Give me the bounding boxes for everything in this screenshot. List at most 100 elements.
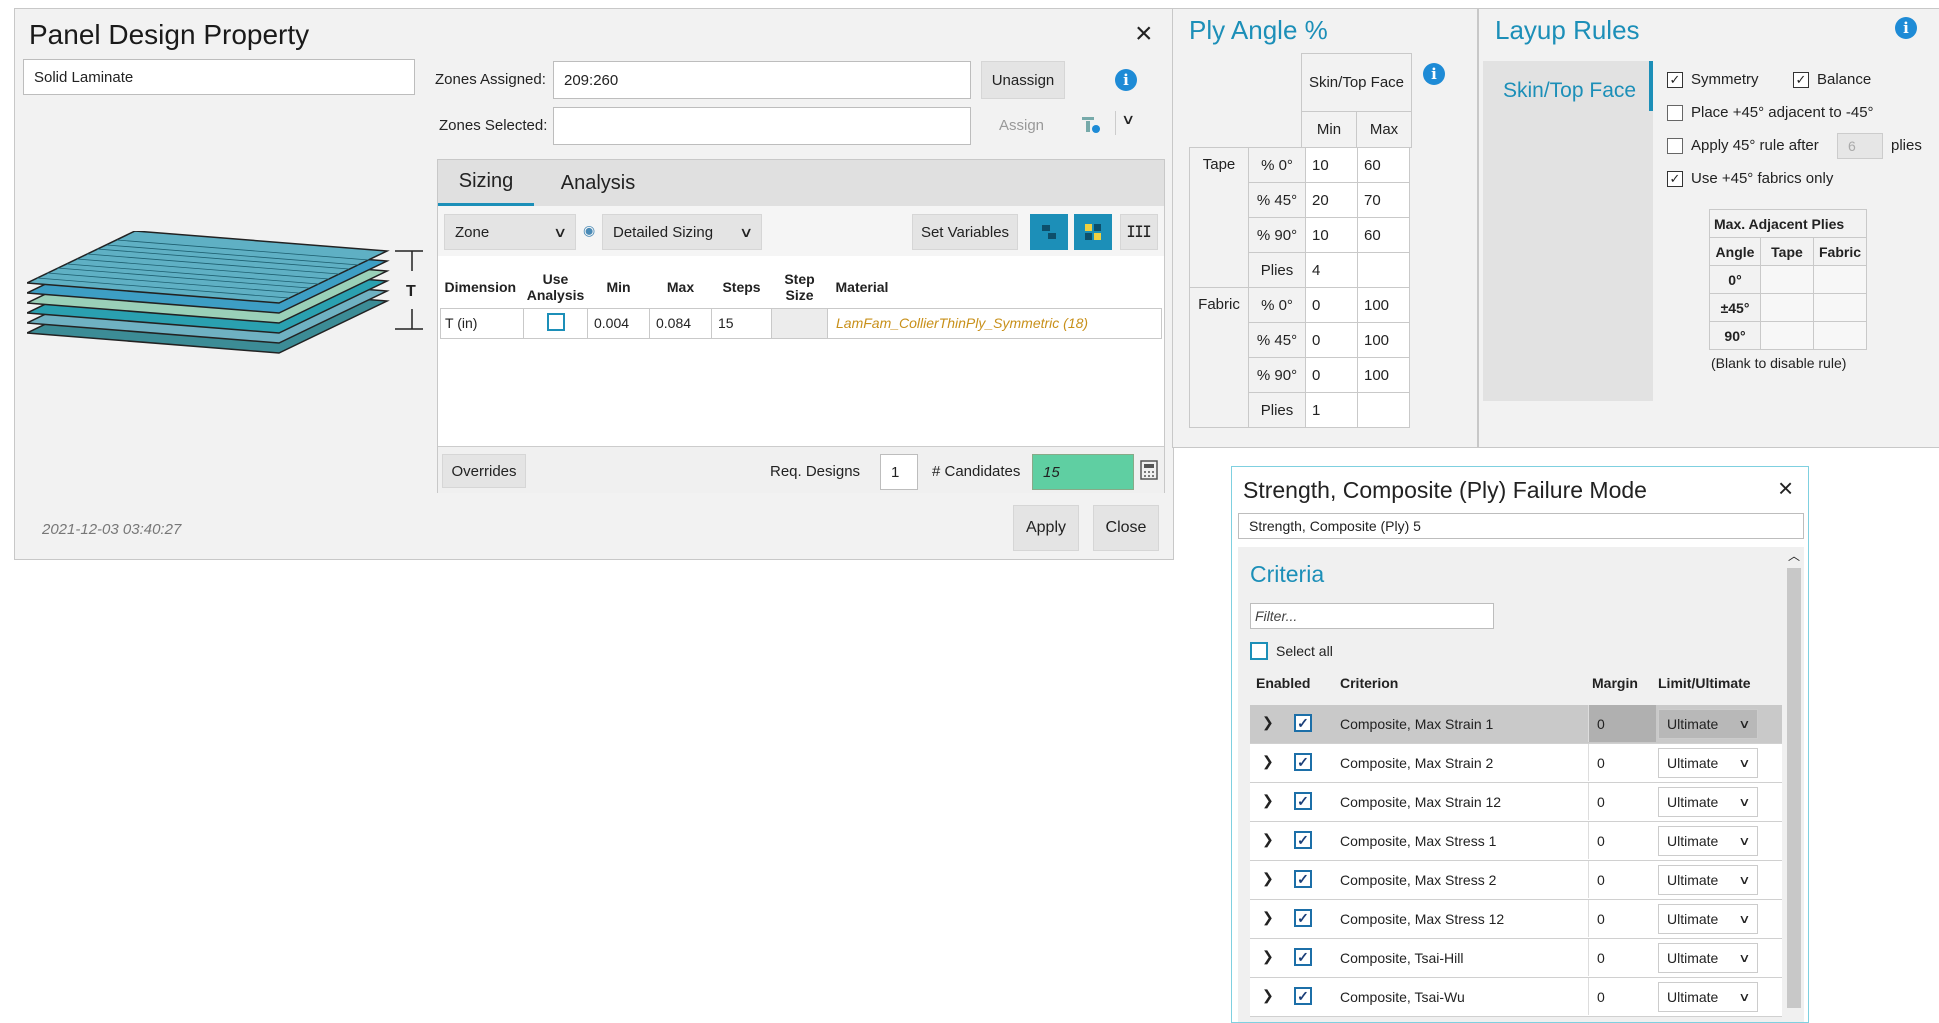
- scroll-up-icon[interactable]: ︿: [1784, 547, 1804, 564]
- margin-field[interactable]: 0: [1588, 822, 1656, 859]
- balance-checkbox[interactable]: ✓ Balance: [1793, 71, 1871, 88]
- criteria-row[interactable]: ❯ ✓ Composite, Max Stress 2 0 Ultimate ∨: [1250, 861, 1782, 900]
- use-analysis-checkbox[interactable]: [523, 307, 588, 339]
- chevron-right-icon[interactable]: ❯: [1262, 792, 1274, 809]
- assign-button[interactable]: Assign: [999, 117, 1044, 134]
- cell-min[interactable]: 0: [1305, 322, 1358, 358]
- cell-min[interactable]: 4: [1305, 252, 1358, 288]
- tab-sizing[interactable]: Sizing: [438, 160, 534, 206]
- row-max[interactable]: 0.084: [649, 307, 712, 339]
- calculator-icon[interactable]: [1140, 460, 1160, 482]
- use45-checkbox[interactable]: ✓ Use +45° fabrics only: [1667, 170, 1833, 187]
- enabled-checkbox[interactable]: ✓: [1294, 948, 1312, 966]
- enabled-checkbox[interactable]: ✓: [1294, 792, 1312, 810]
- cell-min[interactable]: 10: [1305, 217, 1358, 253]
- margin-field[interactable]: 0: [1588, 783, 1656, 820]
- close-icon[interactable]: ×: [1778, 473, 1793, 504]
- criteria-row[interactable]: ❯ ✓ Composite, Max Stress 12 0 Ultimate ∨: [1250, 900, 1782, 939]
- apply45-checkbox[interactable]: Apply 45° rule after: [1667, 137, 1819, 154]
- chevron-right-icon[interactable]: ❯: [1262, 753, 1274, 770]
- margin-field[interactable]: 0: [1588, 744, 1656, 781]
- cell-min[interactable]: 0: [1305, 287, 1358, 323]
- enabled-checkbox[interactable]: ✓: [1294, 909, 1312, 927]
- fabric-cell[interactable]: [1813, 321, 1867, 350]
- fabric-cell[interactable]: [1813, 265, 1867, 294]
- zone-select[interactable]: Zone ∨: [444, 214, 576, 250]
- cell-max[interactable]: 70: [1357, 182, 1410, 218]
- req-designs-field[interactable]: 1: [880, 454, 918, 490]
- criteria-row[interactable]: ❯ ✓ Composite, Max Strain 12 0 Ultimate ∨: [1250, 783, 1782, 822]
- set-variables-button[interactable]: Set Variables: [912, 214, 1018, 250]
- enabled-checkbox[interactable]: ✓: [1294, 753, 1312, 771]
- margin-field[interactable]: 0: [1588, 861, 1656, 898]
- margin-field[interactable]: 0: [1588, 705, 1656, 742]
- limit-select[interactable]: Ultimate ∨: [1658, 787, 1758, 817]
- limit-select[interactable]: Ultimate ∨: [1658, 709, 1758, 739]
- place45-checkbox[interactable]: Place +45° adjacent to -45°: [1667, 104, 1874, 121]
- limit-select[interactable]: Ultimate ∨: [1658, 748, 1758, 778]
- limit-select[interactable]: Ultimate ∨: [1658, 865, 1758, 895]
- chevron-down-icon[interactable]: ∨: [1115, 111, 1140, 135]
- chevron-right-icon[interactable]: ❯: [1262, 714, 1274, 731]
- criteria-row[interactable]: ❯ ✓ Composite, Max Strain 2 0 Ultimate ∨: [1250, 744, 1782, 783]
- criteria-row[interactable]: ❯ ✓ Composite, Tsai-Hill 0 Ultimate ∨: [1250, 939, 1782, 978]
- info-icon[interactable]: i: [1895, 17, 1917, 39]
- cell-max[interactable]: [1357, 252, 1410, 288]
- cell-max[interactable]: 60: [1357, 147, 1410, 183]
- enabled-checkbox[interactable]: ✓: [1294, 831, 1312, 849]
- margin-field[interactable]: 0: [1588, 978, 1656, 1015]
- unassign-button[interactable]: Unassign: [981, 61, 1065, 99]
- zones-selected-field[interactable]: [553, 107, 971, 145]
- chevron-right-icon[interactable]: ❯: [1262, 909, 1274, 926]
- cell-min[interactable]: 0: [1305, 357, 1358, 393]
- filter-funnel-icon[interactable]: [1081, 115, 1101, 135]
- limit-select[interactable]: Ultimate ∨: [1658, 982, 1758, 1012]
- eye-icon[interactable]: ◉: [583, 222, 595, 239]
- sizing-mode-select[interactable]: Detailed Sizing ∨: [602, 214, 762, 250]
- failure-name-field[interactable]: Strength, Composite (Ply) 5: [1238, 513, 1804, 539]
- scroll-thumb[interactable]: [1787, 568, 1801, 1008]
- limit-select[interactable]: Ultimate ∨: [1658, 943, 1758, 973]
- margin-field[interactable]: 0: [1588, 900, 1656, 937]
- cell-min[interactable]: 20: [1305, 182, 1358, 218]
- close-button[interactable]: Close: [1093, 505, 1159, 551]
- cell-max[interactable]: 100: [1357, 322, 1410, 358]
- row-steps[interactable]: 15: [711, 307, 772, 339]
- zones-assigned-field[interactable]: 209:260: [553, 61, 971, 99]
- cell-max[interactable]: 100: [1357, 357, 1410, 393]
- margin-field[interactable]: 0: [1588, 939, 1656, 976]
- tape-cell[interactable]: [1760, 265, 1814, 294]
- tab-analysis[interactable]: Analysis: [548, 160, 648, 206]
- tape-cell[interactable]: [1760, 293, 1814, 322]
- criteria-row[interactable]: ❯ ✓ Composite, Max Strain 1 0 Ultimate ∨: [1250, 705, 1782, 744]
- panel-name-field[interactable]: Solid Laminate: [23, 59, 415, 95]
- enabled-checkbox[interactable]: ✓: [1294, 714, 1312, 732]
- apply-button[interactable]: Apply: [1013, 505, 1079, 551]
- chevron-right-icon[interactable]: ❯: [1262, 987, 1274, 1004]
- overrides-button[interactable]: Overrides: [442, 454, 526, 488]
- select-all-checkbox[interactable]: Select all: [1250, 642, 1333, 660]
- limit-select[interactable]: Ultimate ∨: [1658, 904, 1758, 934]
- filter-input[interactable]: Filter...: [1250, 603, 1494, 629]
- cell-max[interactable]: 100: [1357, 287, 1410, 323]
- row-material[interactable]: LamFam_CollierThinPly_Symmetric (18): [827, 307, 1162, 339]
- cell-max[interactable]: [1357, 392, 1410, 428]
- columns-icon[interactable]: ⵊⵊⵊ: [1120, 214, 1158, 250]
- info-icon[interactable]: i: [1423, 63, 1445, 85]
- info-icon[interactable]: i: [1115, 69, 1137, 91]
- enabled-checkbox[interactable]: ✓: [1294, 987, 1312, 1005]
- fabric-cell[interactable]: [1813, 293, 1867, 322]
- enabled-checkbox[interactable]: ✓: [1294, 870, 1312, 888]
- chevron-right-icon[interactable]: ❯: [1262, 948, 1274, 965]
- close-icon[interactable]: ×: [1135, 17, 1153, 51]
- layout-icon-1[interactable]: [1030, 214, 1068, 250]
- sidebar-item-skin-top-face[interactable]: Skin/Top Face: [1503, 79, 1636, 103]
- limit-select[interactable]: Ultimate ∨: [1658, 826, 1758, 856]
- chevron-right-icon[interactable]: ❯: [1262, 870, 1274, 887]
- cell-min[interactable]: 10: [1305, 147, 1358, 183]
- criteria-row[interactable]: ❯ ✓ Composite, Max Stress 1 0 Ultimate ∨: [1250, 822, 1782, 861]
- criteria-row[interactable]: ❯ ✓ Composite, Tsai-Wu 0 Ultimate ∨: [1250, 978, 1782, 1017]
- cell-min[interactable]: 1: [1305, 392, 1358, 428]
- row-min[interactable]: 0.004: [587, 307, 650, 339]
- cell-max[interactable]: 60: [1357, 217, 1410, 253]
